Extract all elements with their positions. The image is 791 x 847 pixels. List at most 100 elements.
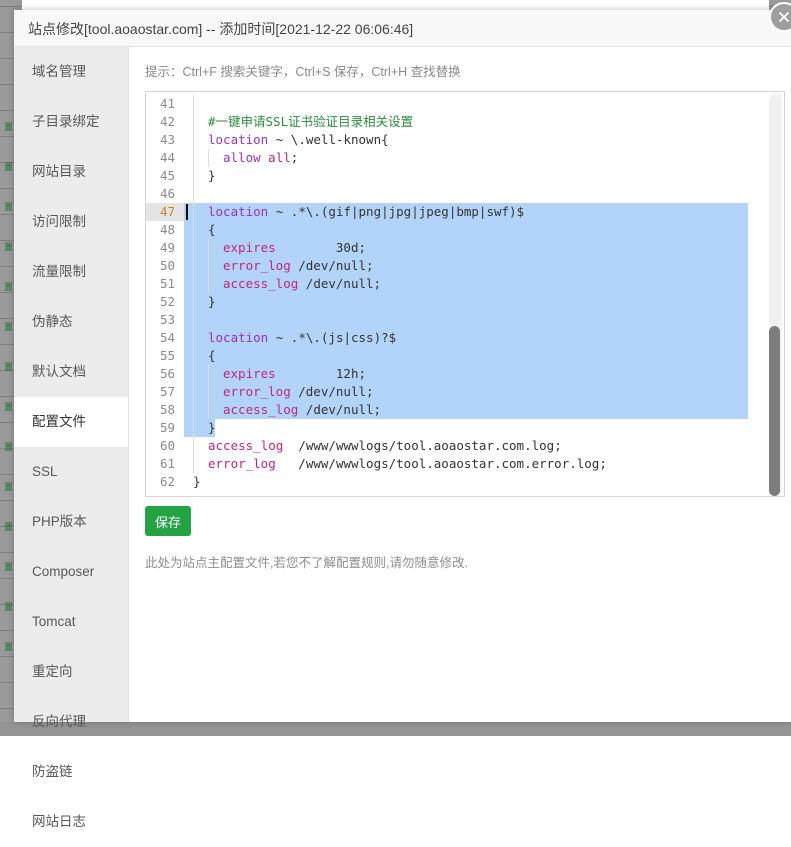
code-line[interactable]: 49 expires 30d;: [146, 239, 784, 257]
code-token: }: [208, 294, 216, 309]
sidebar-item-11[interactable]: Composer: [14, 547, 128, 597]
code-line[interactable]: 41: [146, 95, 784, 113]
line-number: 44: [146, 149, 184, 167]
code-line[interactable]: 60 access_log /www/wwwlogs/tool.aoaostar.…: [146, 437, 784, 455]
code-token: 30d;: [275, 240, 366, 255]
sidebar-item-label: 流量限制: [32, 264, 86, 279]
code-line[interactable]: 50 error_log /dev/null;: [146, 257, 784, 275]
code-text: }: [193, 167, 216, 185]
config-file-pane: 提示：Ctrl+F 搜索关键字，Ctrl+S 保存，Ctrl+H 查找替换 41…: [128, 47, 791, 722]
close-icon[interactable]: [769, 2, 791, 32]
code-token: error_log: [223, 258, 291, 273]
code-text: error_log /dev/null;: [193, 383, 374, 401]
code-token: {: [208, 222, 216, 237]
background-text-fragment: 置: [4, 363, 14, 373]
code-token: ~ .*\.(gif|png|jpg|jpeg|bmp|swf)$: [268, 204, 525, 219]
line-number: 43: [146, 131, 184, 149]
sidebar-item-12[interactable]: Tomcat: [14, 597, 128, 647]
code-text: error_log /www/wwwlogs/tool.aoaostar.com…: [193, 455, 607, 473]
sidebar-item-13[interactable]: 重定向: [14, 647, 128, 697]
sidebar-item-label: 访问限制: [32, 214, 86, 229]
background-text-fragment: 置: [4, 403, 14, 413]
code-lines[interactable]: 41 42 #一键申请SSL证书验证目录相关设置 43 location ~ \.wel…: [146, 95, 784, 491]
code-token: \.well-known: [290, 132, 382, 147]
background-text-fragment: 置: [4, 203, 14, 213]
sidebar-item-10[interactable]: PHP版本: [14, 497, 128, 547]
code-token: allow: [223, 150, 261, 165]
code-line[interactable]: 53: [146, 311, 784, 329]
sidebar-item-1[interactable]: 域名管理: [14, 47, 128, 97]
modal-title: 站点修改[tool.aoaostar.com] -- 添加时间[2021-12-…: [28, 21, 414, 37]
line-number: 62: [146, 473, 184, 491]
sidebar-item-label: 反向代理: [32, 714, 86, 729]
code-token: location: [208, 204, 269, 219]
code-line[interactable]: 47 location ~ .*\.(gif|png|jpg|jpeg|bmp|s…: [146, 203, 784, 221]
code-token: expires: [223, 366, 276, 381]
code-line[interactable]: 43 location ~ \.well-known{: [146, 131, 784, 149]
background-text-fragment: 置: [4, 563, 14, 573]
code-line[interactable]: 45}: [146, 167, 784, 185]
code-token: all: [268, 150, 291, 165]
config-code-editor[interactable]: 41 42 #一键申请SSL证书验证目录相关设置 43 location ~ \.wel…: [145, 91, 785, 497]
line-number: 48: [146, 221, 184, 239]
code-token: location: [208, 132, 269, 147]
code-line[interactable]: 54 location ~ .*\.(js|css)?$: [146, 329, 784, 347]
code-line[interactable]: 51 access_log /dev/null;: [146, 275, 784, 293]
sidebar-item-16[interactable]: 网站日志: [14, 797, 128, 847]
code-token: ~ .*\.(js|css)?$: [268, 330, 397, 345]
sidebar-item-2[interactable]: 子目录绑定: [14, 97, 128, 147]
line-number: 56: [146, 365, 184, 383]
code-line[interactable]: 61 error_log /www/wwwlogs/tool.aoaostar.c…: [146, 455, 784, 473]
sidebar-item-8[interactable]: 配置文件: [14, 397, 128, 447]
code-token: /dev/null;: [298, 402, 382, 417]
code-line[interactable]: 55 {: [146, 347, 784, 365]
sidebar-item-label: PHP版本: [32, 514, 87, 529]
code-line[interactable]: 59}: [146, 419, 784, 437]
code-token: }: [193, 474, 201, 489]
code-token: 12h;: [275, 366, 366, 381]
code-line[interactable]: 52}: [146, 293, 784, 311]
editor-scrollbar-track[interactable]: [769, 94, 782, 496]
sidebar-item-label: 默认文档: [32, 364, 86, 379]
line-number: 45: [146, 167, 184, 185]
background-text-fragment: 置: [4, 643, 14, 653]
code-text: location ~ \.well-known{: [193, 131, 389, 149]
code-token: access_log: [223, 276, 299, 291]
background-text-fragment: 置: [4, 483, 14, 493]
code-line[interactable]: 57 error_log /dev/null;: [146, 383, 784, 401]
selection-highlight: [184, 293, 748, 311]
sidebar-item-5[interactable]: 流量限制: [14, 247, 128, 297]
code-line[interactable]: 58 access_log /dev/null;: [146, 401, 784, 419]
modal-body: 域名管理子目录绑定 网站目录访问限制流量限制伪静态默认文档配置文件 SSL PHP版本…: [14, 47, 791, 829]
sidebar-item-label: 域名管理: [32, 64, 86, 79]
sidebar-item-14[interactable]: 反向代理: [14, 697, 128, 747]
code-line[interactable]: 48 {: [146, 221, 784, 239]
code-line[interactable]: 44 allow all;: [146, 149, 784, 167]
code-text: error_log /dev/null;: [193, 257, 374, 275]
line-number: 50: [146, 257, 184, 275]
sidebar-item-9[interactable]: SSL: [14, 447, 128, 497]
line-number: 47: [146, 203, 184, 221]
background-row-line: [0, 6, 22, 7]
sidebar-item-label: Composer: [32, 564, 95, 579]
code-token: {: [381, 132, 389, 147]
code-text: location ~ .*\.(js|css)?$: [193, 329, 396, 347]
line-number: 55: [146, 347, 184, 365]
save-button[interactable]: 保存: [145, 506, 191, 536]
editor-scrollbar-thumb[interactable]: [769, 326, 780, 496]
sidebar-item-4[interactable]: 访问限制: [14, 197, 128, 247]
sidebar-item-6[interactable]: 伪静态: [14, 297, 128, 347]
editor-hint: 提示：Ctrl+F 搜索关键字，Ctrl+S 保存，Ctrl+H 查找替换: [145, 65, 461, 79]
sidebar-item-3[interactable]: 网站目录: [14, 147, 128, 197]
code-line[interactable]: 42 #一键申请SSL证书验证目录相关设置: [146, 113, 784, 131]
code-line[interactable]: 62}: [146, 473, 784, 491]
background-text-fragment: 置: [4, 283, 14, 293]
sidebar-item-15[interactable]: 防盗链: [14, 747, 128, 797]
sidebar-item-7[interactable]: 默认文档: [14, 347, 128, 397]
code-line[interactable]: 46: [146, 185, 784, 203]
config-note: 此处为站点主配置文件,若您不了解配置规则,请勿随意修改.: [145, 556, 468, 570]
code-text: access_log /dev/null;: [193, 401, 381, 419]
code-line[interactable]: 56 expires 12h;: [146, 365, 784, 383]
selection-highlight: [184, 347, 748, 365]
